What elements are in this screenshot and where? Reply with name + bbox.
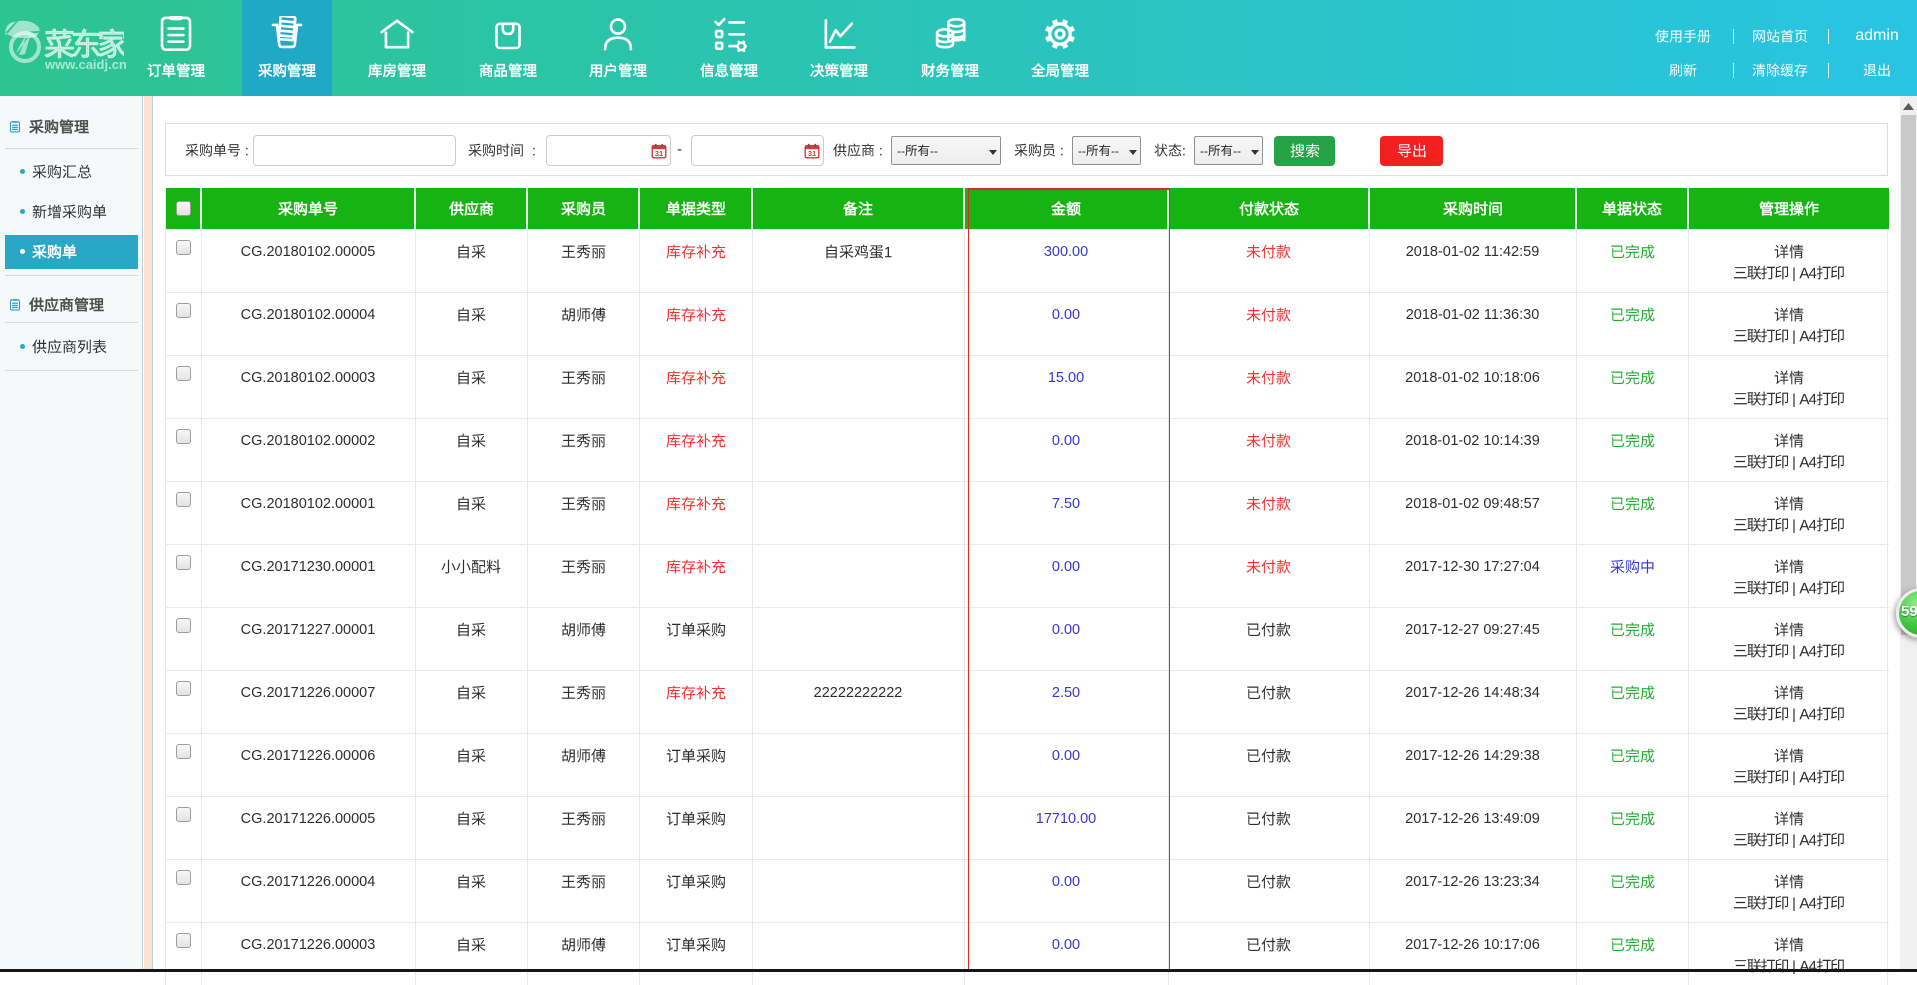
svg-text:31: 31	[808, 149, 816, 158]
svg-text:31: 31	[655, 149, 663, 158]
